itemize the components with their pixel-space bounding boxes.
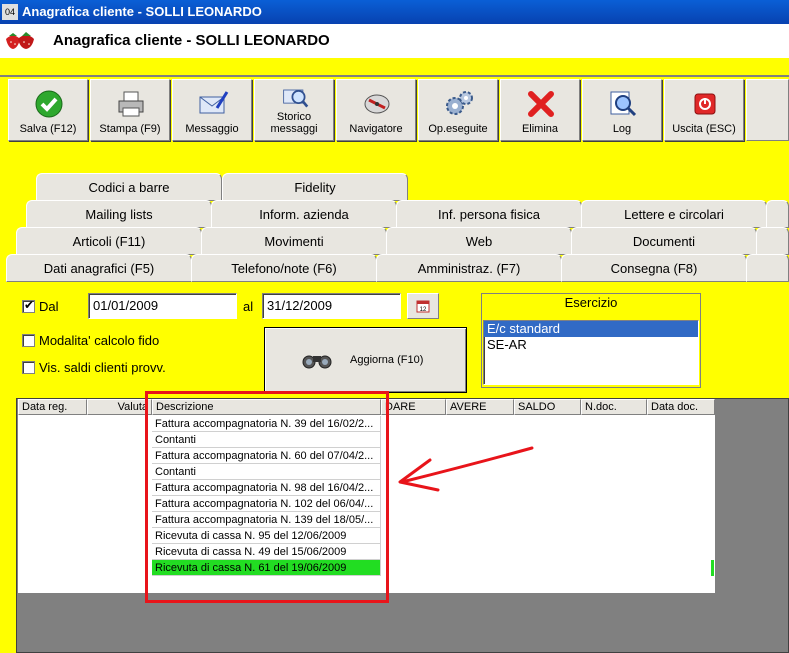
- aggiorna-button-label: Aggiorna (F10): [350, 354, 424, 366]
- app-icon: 04: [2, 4, 18, 20]
- tab-row-4: Dati anagrafici (F5) Telefono/note (F6) …: [0, 254, 789, 282]
- compass-icon: [364, 94, 390, 114]
- envelope-pen-icon: [199, 91, 229, 114]
- page-title: Anagrafica cliente - SOLLI LEONARDO: [53, 32, 330, 49]
- envelope-search-icon: [283, 89, 309, 108]
- column-header-valuta[interactable]: Valuta: [87, 399, 152, 415]
- tab-amministraz[interactable]: Amministraz. (F7): [376, 254, 562, 282]
- message-button-label: Messaggio: [185, 123, 239, 135]
- tab-row-1: Codici a barre Fidelity: [0, 173, 789, 201]
- calendar-button[interactable]: 12: [407, 293, 439, 319]
- date-to-input[interactable]: 31/12/2009: [262, 293, 401, 319]
- row-highlight-end: [711, 560, 714, 576]
- tab-row-2: Mailing lists Inform. azienda Inf. perso…: [0, 200, 789, 228]
- print-button-label: Stampa (F9): [99, 123, 161, 135]
- al-label: al: [243, 299, 254, 314]
- print-button[interactable]: Stampa (F9): [90, 79, 170, 141]
- tab-lettere-e-circolari[interactable]: Lettere e circolari: [581, 200, 767, 228]
- operations-button[interactable]: Op.eseguite: [418, 79, 498, 141]
- message-button[interactable]: Messaggio: [172, 79, 252, 141]
- gears-icon: [446, 91, 473, 115]
- tab-documenti[interactable]: Documenti: [571, 227, 757, 255]
- checkmark-icon: [35, 90, 63, 118]
- log-magnifier-icon: [610, 91, 637, 117]
- delete-button[interactable]: Elimina: [500, 79, 580, 141]
- exit-button[interactable]: Uscita (ESC): [664, 79, 744, 141]
- aggiorna-button[interactable]: Aggiorna (F10): [264, 327, 467, 393]
- log-button[interactable]: Log: [582, 79, 662, 141]
- tab-telefono-note[interactable]: Telefono/note (F6): [191, 254, 377, 282]
- column-header-data-reg[interactable]: Data reg.: [18, 399, 87, 415]
- svg-text:12: 12: [420, 307, 427, 313]
- column-header-n-doc[interactable]: N.doc.: [581, 399, 647, 415]
- annotation-rectangle: [145, 391, 389, 603]
- tab-overflow-3[interactable]: [756, 227, 789, 255]
- column-header-dare[interactable]: DARE: [381, 399, 446, 415]
- esercizio-group: Esercizio E/c standard SE-AR: [481, 293, 701, 388]
- save-button[interactable]: Salva (F12): [8, 79, 88, 141]
- vis-saldi-label: Vis. saldi clienti provv.: [39, 360, 166, 375]
- log-button-label: Log: [612, 123, 632, 135]
- tab-consegna[interactable]: Consegna (F8): [561, 254, 747, 282]
- movements-grid[interactable]: Data reg. Valuta Descrizione DARE AVERE …: [16, 398, 789, 653]
- vis-saldi-checkbox[interactable]: [22, 361, 35, 374]
- exit-button-label: Uscita (ESC): [672, 123, 736, 135]
- tab-movimenti[interactable]: Movimenti: [201, 227, 387, 255]
- modalita-calcolo-fido-checkbox[interactable]: [22, 334, 35, 347]
- strawberry-logo-icon: [6, 32, 34, 49]
- toolbar-overflow: [746, 79, 789, 141]
- tab-overflow-4[interactable]: [746, 254, 789, 282]
- save-button-label: Salva (F12): [19, 123, 77, 135]
- printer-icon: [118, 91, 144, 117]
- dal-checkbox[interactable]: [22, 298, 35, 313]
- tab-inf-persona-fisica[interactable]: Inf. persona fisica: [396, 200, 582, 228]
- tab-row-3: Articoli (F11) Movimenti Web Documenti: [0, 227, 789, 255]
- toolbar: Salva (F12) Stampa (F9) Messaggio Storic…: [0, 75, 789, 145]
- header-bar: Anagrafica cliente - SOLLI LEONARDO: [0, 24, 789, 58]
- annotation-arrow-icon: [398, 446, 534, 492]
- exit-icon: [694, 93, 716, 115]
- tab-dati-anagrafici[interactable]: Dati anagrafici (F5): [6, 254, 192, 282]
- operations-button-label: Op.eseguite: [428, 123, 488, 135]
- column-header-saldo[interactable]: SALDO: [514, 399, 581, 415]
- tab-web[interactable]: Web: [386, 227, 572, 255]
- tab-codici-a-barre[interactable]: Codici a barre: [36, 173, 222, 201]
- calendar-icon: 12: [416, 300, 430, 313]
- message-history-button-label: Storico messaggi: [270, 111, 318, 135]
- binoculars-icon: [302, 355, 332, 369]
- spacer-bar: [0, 58, 789, 75]
- window-title: Anagrafica cliente - SOLLI LEONARDO: [22, 4, 262, 19]
- delete-button-label: Elimina: [521, 123, 559, 135]
- esercizio-option[interactable]: E/c standard: [484, 321, 698, 337]
- tab-overflow-2[interactable]: [766, 200, 789, 228]
- navigator-button[interactable]: Navigatore: [336, 79, 416, 141]
- dal-label: Dal: [39, 299, 59, 314]
- modalita-calcolo-fido-label: Modalita' calcolo fido: [39, 333, 160, 348]
- esercizio-title: Esercizio: [564, 295, 618, 310]
- column-header-avere[interactable]: AVERE: [446, 399, 514, 415]
- esercizio-listbox[interactable]: E/c standard SE-AR: [483, 320, 699, 385]
- column-header-data-doc[interactable]: Data doc.: [647, 399, 715, 415]
- navigator-button-label: Navigatore: [349, 123, 403, 135]
- tab-fidelity[interactable]: Fidelity: [222, 173, 408, 201]
- tab-mailing-lists[interactable]: Mailing lists: [26, 200, 212, 228]
- red-x-icon: [528, 91, 554, 117]
- tab-inform-azienda[interactable]: Inform. azienda: [211, 200, 397, 228]
- window-titlebar: 04 Anagrafica cliente - SOLLI LEONARDO: [0, 0, 789, 24]
- message-history-button[interactable]: Storico messaggi: [254, 79, 334, 141]
- tab-articoli[interactable]: Articoli (F11): [16, 227, 202, 255]
- esercizio-option[interactable]: SE-AR: [484, 337, 698, 353]
- date-from-input[interactable]: 01/01/2009: [88, 293, 237, 319]
